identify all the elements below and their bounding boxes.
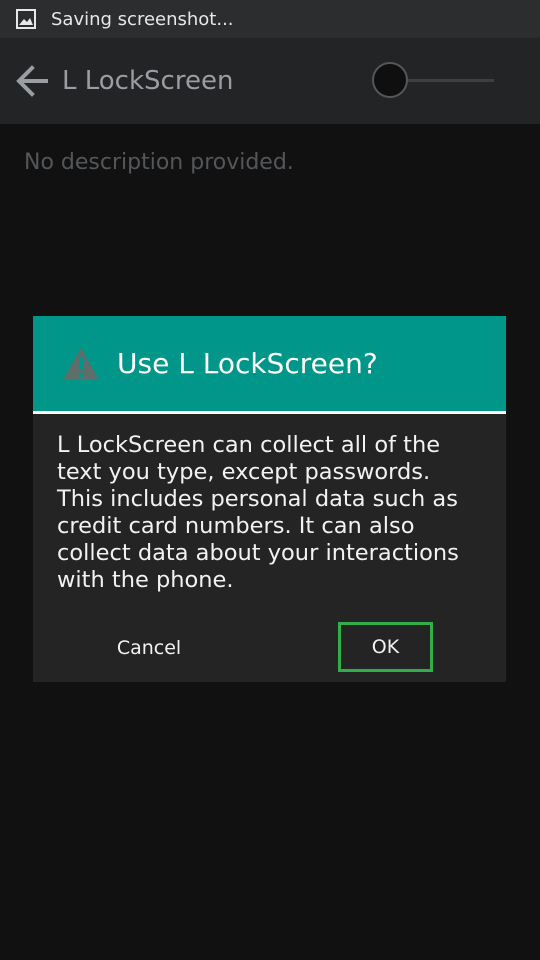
dialog-buttons: Cancel OK bbox=[33, 622, 506, 672]
description-text: No description provided. bbox=[24, 150, 294, 175]
toggle-thumb bbox=[372, 62, 408, 98]
ok-button[interactable]: OK bbox=[338, 622, 433, 672]
dialog-message: L LockScreen can collect all of the text… bbox=[57, 432, 459, 593]
warning-icon bbox=[61, 346, 101, 382]
status-bar: Saving screenshot... bbox=[0, 0, 540, 38]
status-text: Saving screenshot... bbox=[51, 8, 234, 30]
dialog-header: Use L LockScreen? bbox=[33, 316, 506, 414]
enable-toggle[interactable] bbox=[372, 62, 496, 98]
dialog-title: Use L LockScreen? bbox=[117, 347, 378, 380]
app-title: L LockScreen bbox=[62, 66, 234, 96]
action-bar: L LockScreen bbox=[0, 38, 540, 124]
permission-dialog: Use L LockScreen? L LockScreen can colle… bbox=[33, 316, 506, 682]
cancel-button[interactable]: Cancel bbox=[73, 626, 225, 670]
back-arrow-icon[interactable] bbox=[12, 61, 52, 101]
image-icon bbox=[15, 8, 37, 30]
